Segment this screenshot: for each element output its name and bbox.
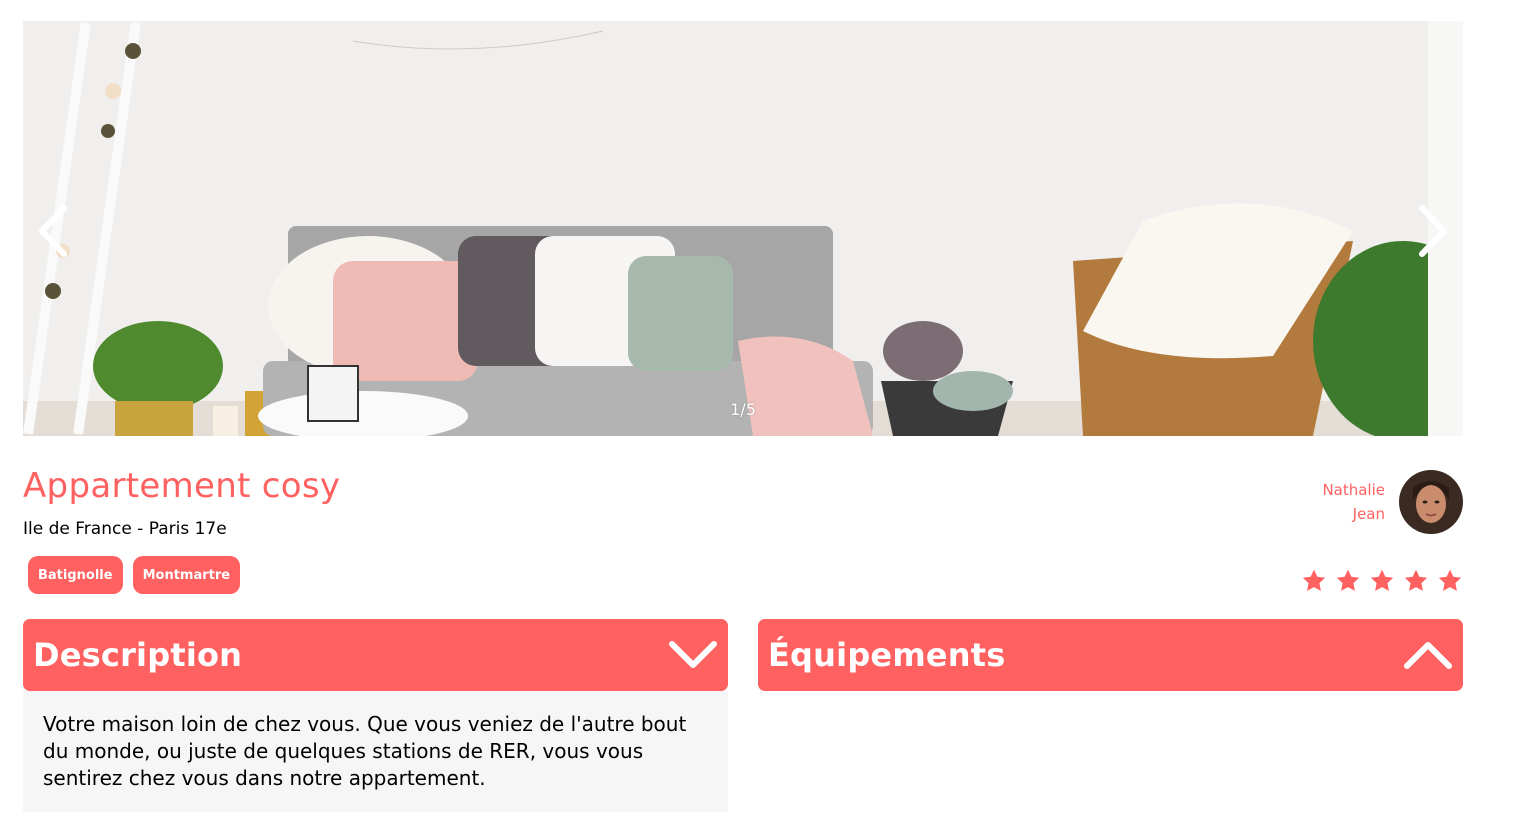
star-icon bbox=[1336, 569, 1360, 591]
carousel-next-button[interactable] bbox=[1413, 203, 1453, 259]
description-collapse: Description Votre maison loin de chez vo… bbox=[23, 619, 728, 812]
rating-stars bbox=[1301, 568, 1463, 594]
chevron-left-icon bbox=[39, 205, 67, 257]
tag-batignolle: Batignolle bbox=[28, 556, 123, 594]
listing-title: Appartement cosy bbox=[23, 466, 341, 506]
equipements-collapse: Équipements bbox=[758, 619, 1463, 691]
chevron-right-icon bbox=[1419, 205, 1447, 257]
star-icon bbox=[1404, 569, 1428, 591]
carousel-prev-button[interactable] bbox=[33, 203, 73, 259]
star-icon bbox=[1438, 569, 1462, 591]
chevron-up-icon bbox=[1404, 642, 1452, 669]
equipements-toggle[interactable]: Équipements bbox=[758, 619, 1463, 691]
host-first-name: Nathalie bbox=[1322, 481, 1385, 499]
description-text: Votre maison loin de chez vous. Que vous… bbox=[23, 691, 728, 812]
apartment-photo bbox=[23, 21, 1463, 436]
description-title: Description bbox=[33, 636, 243, 674]
host-name: Nathalie Jean bbox=[1322, 478, 1385, 526]
equipements-title: Équipements bbox=[768, 636, 1006, 674]
host-info: Nathalie Jean bbox=[1322, 470, 1463, 534]
host-avatar bbox=[1399, 470, 1463, 534]
star-icon bbox=[1302, 569, 1326, 591]
tag-montmartre: Montmartre bbox=[132, 556, 241, 594]
host-last-name: Jean bbox=[1352, 505, 1385, 523]
chevron-down-icon bbox=[669, 641, 717, 668]
tag-list: Batignolle Montmartre bbox=[28, 556, 241, 594]
star-icon bbox=[1370, 569, 1394, 591]
listing-location: Ile de France - Paris 17e bbox=[23, 519, 227, 539]
image-carousel: 1/5 bbox=[23, 21, 1463, 436]
carousel-counter: 1/5 bbox=[730, 400, 756, 419]
description-toggle[interactable]: Description bbox=[23, 619, 728, 691]
